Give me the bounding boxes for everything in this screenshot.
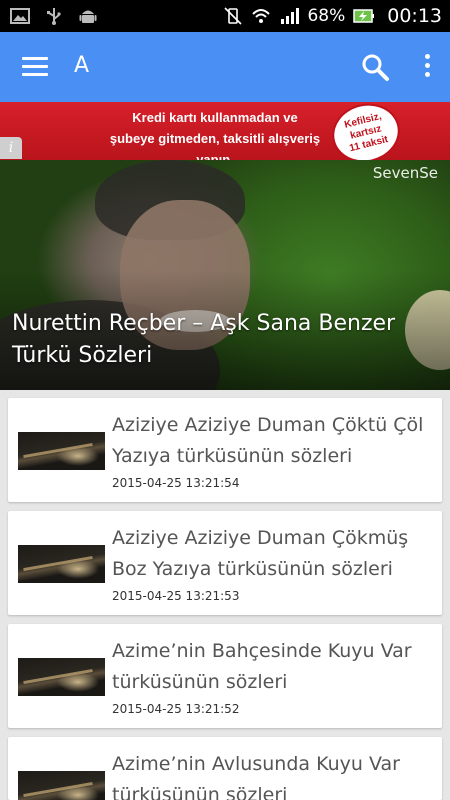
overflow-menu-icon[interactable] (422, 54, 432, 82)
article-thumbnail (18, 771, 105, 800)
usb-icon (47, 8, 61, 25)
article-thumbnail (18, 432, 105, 470)
ad-banner[interactable]: Kredi kartı kullanmadan ve şubeye gitmed… (0, 102, 450, 160)
wifi-icon (252, 9, 271, 23)
clock: 00:13 (387, 5, 442, 27)
article-title: Aziziye Aziziye Duman Çökmüş Boz Yazıya … (112, 527, 409, 580)
vibrate-icon (224, 7, 243, 25)
android-icon (79, 10, 97, 23)
battery-charging-icon (353, 9, 375, 23)
article-date: 2015-04-25 13:21:53 (112, 589, 240, 603)
app-title: A (74, 53, 90, 78)
hero-watermark: SevenSe (372, 164, 438, 182)
signal-icon (281, 8, 300, 24)
battery-percent: 68% (307, 6, 346, 26)
article-thumbnail (18, 545, 105, 583)
image-icon (10, 8, 30, 24)
article-date: 2015-04-25 13:21:52 (112, 702, 240, 716)
article-title: Azime’nin Bahçesinde Kuyu Var türküsünün… (112, 640, 412, 693)
article-thumbnail (18, 658, 105, 696)
ad-line-1: Kredi kartı kullanmadan ve (132, 110, 298, 125)
article-title: Azime’nin Avlusunda Kuyu Var türküsünün … (112, 753, 400, 800)
ad-line-2: şubeye gitmeden, taksitli alışveriş yapı… (109, 131, 321, 160)
featured-article-title: Nurettin Reçber – Aşk Sana Benzer Türkü … (12, 311, 396, 368)
article-date: 2015-04-25 13:21:54 (112, 476, 240, 490)
search-icon[interactable] (360, 52, 390, 82)
featured-article[interactable]: SevenSe Nurettin Reçber – Aşk Sana Benze… (0, 160, 450, 390)
app-bar: A (0, 32, 450, 102)
article-card[interactable]: Aziziye Aziziye Duman Çöktü Çöl Yazıya t… (8, 398, 442, 502)
article-title: Aziziye Aziziye Duman Çöktü Çöl Yazıya t… (112, 414, 424, 467)
ad-info-icon[interactable]: i (0, 137, 22, 159)
article-card[interactable]: Azime’nin Bahçesinde Kuyu Var türküsünün… (8, 624, 442, 728)
menu-icon[interactable] (22, 57, 48, 77)
status-bar: 68% 00:13 (0, 0, 450, 32)
article-card[interactable]: Azime’nin Avlusunda Kuyu Var türküsünün … (8, 737, 442, 800)
ad-text: Kredi kartı kullanmadan ve şubeye gitmed… (90, 107, 340, 160)
article-card[interactable]: Aziziye Aziziye Duman Çökmüş Boz Yazıya … (8, 511, 442, 615)
